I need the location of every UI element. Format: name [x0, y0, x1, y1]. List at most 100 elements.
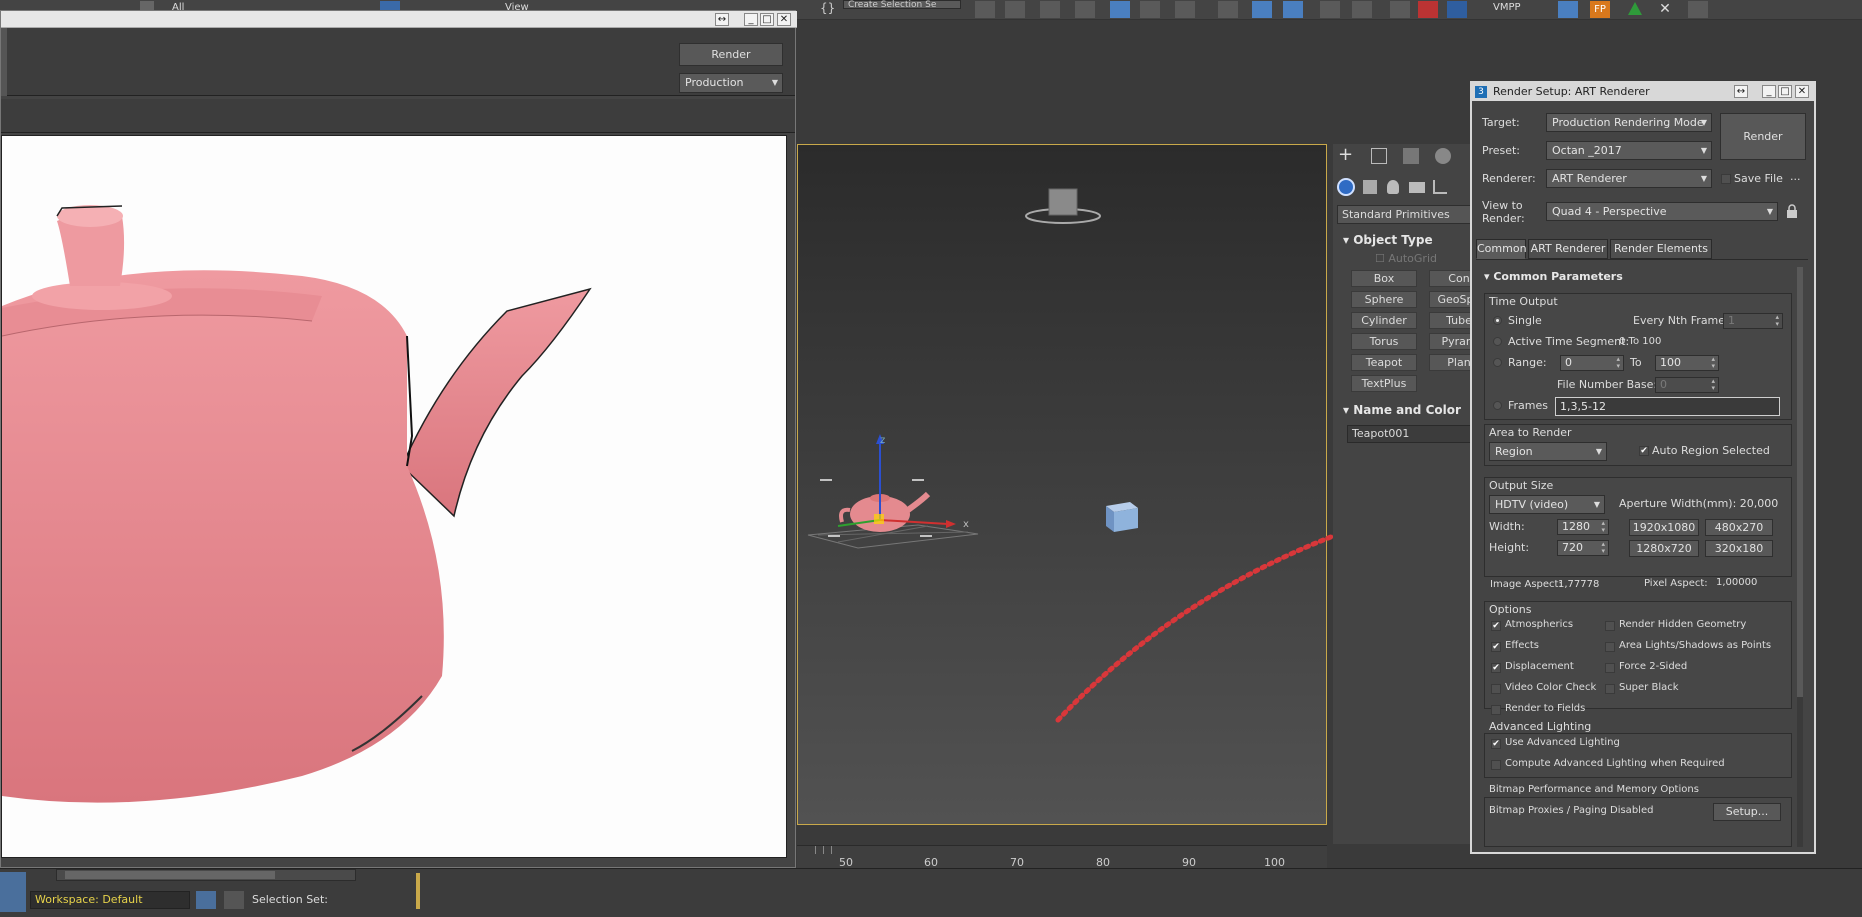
- render-setup-title-bar[interactable]: 3 Render Setup: ART Renderer ↔ _ □ ✕: [1472, 83, 1814, 101]
- vertical-scrollbar[interactable]: [1797, 267, 1803, 847]
- a360-gallery-icon[interactable]: [1390, 1, 1410, 18]
- user-icon[interactable]: [1447, 1, 1467, 18]
- scrollbar-thumb[interactable]: [65, 871, 275, 879]
- render-button[interactable]: Render: [679, 43, 783, 66]
- force-2-sided-checkbox[interactable]: [1605, 663, 1615, 673]
- range-radio[interactable]: [1493, 358, 1502, 367]
- layers-icon[interactable]: [196, 891, 216, 909]
- layer-explorer-icon[interactable]: [1040, 1, 1060, 18]
- ribbon-icon[interactable]: [1110, 1, 1130, 18]
- common-parameters-rollout-title[interactable]: ▾ Common Parameters: [1484, 270, 1623, 283]
- render-in-cloud-icon[interactable]: [1352, 1, 1372, 18]
- render-production-icon[interactable]: [1320, 1, 1340, 18]
- close-button[interactable]: ✕: [777, 13, 791, 26]
- pin-icon[interactable]: [224, 891, 244, 909]
- fp-icon[interactable]: FP: [1590, 1, 1610, 18]
- every-nth-frame-spinner[interactable]: 1 ▴ ▾: [1723, 313, 1783, 329]
- displacement-checkbox[interactable]: ✔: [1491, 663, 1501, 673]
- modify-tab-icon[interactable]: [1371, 148, 1387, 164]
- frames-radio[interactable]: [1493, 401, 1502, 410]
- maximize-button[interactable]: □: [1778, 85, 1792, 98]
- shapes-icon[interactable]: [1363, 180, 1377, 194]
- preset-480x270-button[interactable]: 480x270: [1705, 519, 1773, 536]
- area-to-render-dropdown[interactable]: Region ▼: [1489, 442, 1607, 461]
- cylinder-button[interactable]: Cylinder: [1351, 312, 1417, 329]
- mirror-icon[interactable]: [975, 1, 995, 18]
- maximize-button[interactable]: □: [760, 13, 774, 26]
- compute-advanced-lighting-checkbox[interactable]: [1491, 760, 1501, 770]
- image-aspect-value[interactable]: 1,77778: [1558, 579, 1599, 590]
- auto-region-selected-checkbox[interactable]: ✔: [1639, 446, 1649, 456]
- material-editor-icon[interactable]: [1218, 1, 1238, 18]
- atmospherics-checkbox[interactable]: ✔: [1491, 621, 1501, 631]
- video-color-check-checkbox[interactable]: [1491, 684, 1501, 694]
- single-radio[interactable]: [1493, 316, 1502, 325]
- curve-editor-icon[interactable]: [1140, 1, 1160, 18]
- effects-checkbox[interactable]: ✔: [1491, 642, 1501, 652]
- preset-320x180-button[interactable]: 320x180: [1705, 540, 1773, 557]
- preset-1920x1080-button[interactable]: 1920x1080: [1629, 519, 1699, 536]
- scene-explorer-icon[interactable]: [1075, 1, 1095, 18]
- tab-render-elements[interactable]: Render Elements: [1610, 239, 1712, 259]
- category-dropdown[interactable]: Standard Primitives: [1337, 205, 1473, 224]
- textplus-button[interactable]: TextPlus: [1351, 375, 1417, 392]
- light-icon[interactable]: [1558, 1, 1578, 18]
- object-type-rollout-title[interactable]: ▾ Object Type: [1343, 233, 1433, 247]
- motion-tab-icon[interactable]: [1435, 148, 1451, 164]
- scrollbar-thumb[interactable]: [1797, 267, 1803, 697]
- height-spinner[interactable]: 720 ▴ ▾: [1557, 540, 1609, 556]
- minimize-button[interactable]: _: [1762, 85, 1776, 98]
- align-icon[interactable]: [1005, 1, 1025, 18]
- cameras-icon[interactable]: [1409, 182, 1425, 193]
- target-dropdown[interactable]: Production Rendering Mode ▼: [1546, 113, 1712, 132]
- use-advanced-lighting-checkbox[interactable]: ✔: [1491, 739, 1501, 749]
- frames-input[interactable]: 1,3,5-12: [1555, 397, 1780, 416]
- vmpp-label[interactable]: VMPP: [1493, 2, 1521, 13]
- render-mode-dropdown[interactable]: Production ▼: [679, 73, 783, 93]
- render-button[interactable]: Render: [1720, 113, 1806, 160]
- preset-1280x720-button[interactable]: 1280x720: [1629, 540, 1699, 557]
- minimize-button[interactable]: _: [744, 13, 758, 26]
- rendered-frame-window-icon[interactable]: [1283, 1, 1303, 18]
- name-color-rollout-title[interactable]: ▾ Name and Color: [1343, 403, 1461, 417]
- file-number-base-spinner[interactable]: 0 ▴ ▾: [1655, 377, 1719, 393]
- rendered-frame-title-bar[interactable]: ↔ _ □ ✕: [1, 11, 797, 28]
- resize-icon[interactable]: ↔: [715, 13, 729, 26]
- teapot-button[interactable]: Teapot: [1351, 354, 1417, 371]
- box-button[interactable]: Box: [1351, 270, 1417, 287]
- view-to-render-dropdown[interactable]: Quad 4 - Perspective ▼: [1546, 202, 1778, 221]
- bitmap-setup-button[interactable]: Setup...: [1713, 803, 1781, 821]
- active-time-segment-radio[interactable]: [1493, 337, 1502, 346]
- render-setup-icon[interactable]: [1252, 1, 1272, 18]
- lights-icon[interactable]: [1387, 180, 1399, 194]
- tab-art-renderer[interactable]: ART Renderer: [1528, 239, 1608, 259]
- pixel-aspect-value[interactable]: 1,00000: [1716, 577, 1757, 588]
- width-spinner[interactable]: 1280 ▴ ▾: [1557, 519, 1609, 535]
- sphere-button[interactable]: Sphere: [1351, 291, 1417, 308]
- named-selection-dropdown[interactable]: Create Selection Se: [843, 0, 961, 10]
- output-size-dropdown[interactable]: HDTV (video) ▼: [1489, 495, 1605, 514]
- schematic-view-icon[interactable]: [1175, 1, 1195, 18]
- resize-icon[interactable]: ↔: [1734, 85, 1748, 98]
- create-tab-icon[interactable]: +: [1338, 146, 1356, 164]
- tab-common[interactable]: Common: [1476, 239, 1527, 259]
- range-end-spinner[interactable]: 100 ▴ ▾: [1655, 355, 1719, 371]
- close-button[interactable]: ✕: [1795, 85, 1809, 98]
- horizontal-scrollbar[interactable]: [56, 869, 356, 881]
- object-name-input[interactable]: Teapot001: [1347, 425, 1473, 443]
- brace-icon[interactable]: {}: [820, 1, 835, 18]
- hierarchy-tab-icon[interactable]: [1403, 148, 1419, 164]
- lock-icon[interactable]: [1786, 204, 1798, 218]
- super-black-checkbox[interactable]: [1605, 684, 1615, 694]
- autogrid-checkbox[interactable]: ☐ AutoGrid: [1375, 252, 1437, 265]
- renderer-dropdown[interactable]: ART Renderer ▼: [1546, 169, 1712, 188]
- render-to-fields-checkbox[interactable]: [1491, 705, 1501, 715]
- tools-icon[interactable]: ✕: [1655, 1, 1675, 18]
- workspace-dropdown[interactable]: Workspace: Default: [30, 891, 190, 909]
- torus-button[interactable]: Torus: [1351, 333, 1417, 350]
- tree-icon[interactable]: [1625, 1, 1645, 18]
- save-file-checkbox[interactable]: [1721, 174, 1731, 184]
- maxscript-listener-icon[interactable]: [0, 872, 26, 912]
- preset-dropdown[interactable]: Octan _2017 ▼: [1546, 141, 1712, 160]
- viewcube[interactable]: [1023, 183, 1103, 225]
